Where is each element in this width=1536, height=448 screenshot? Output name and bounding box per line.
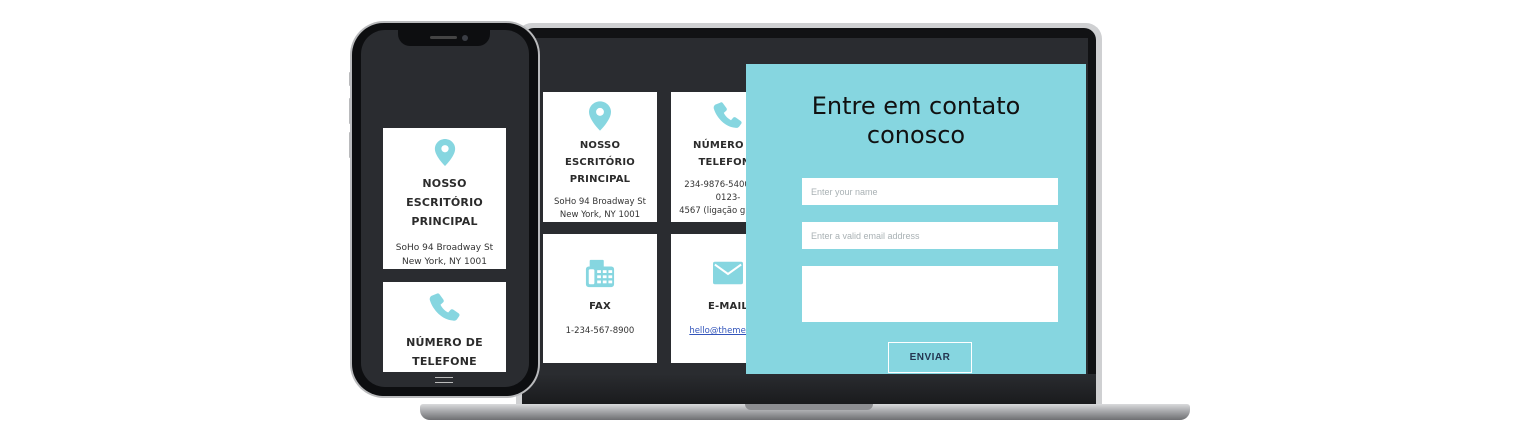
office-card-title: NOSSO ESCRITÓRIO PRINCIPAL bbox=[564, 140, 636, 185]
fax-card-title: FAX bbox=[589, 301, 611, 312]
laptop-opening-notch bbox=[745, 404, 873, 410]
submit-button[interactable]: ENVIAR bbox=[888, 342, 972, 373]
name-input[interactable] bbox=[802, 178, 1058, 205]
map-pin-icon bbox=[434, 139, 455, 166]
email-input[interactable] bbox=[802, 222, 1058, 249]
phone-number-card-mobile: NÚMERO DE TELEFONE bbox=[383, 282, 506, 372]
fax-card-number: 1-234-567-8900 bbox=[565, 326, 635, 336]
phone-office-card: NOSSO ESCRITÓRIO PRINCIPAL SoHo 94 Broad… bbox=[383, 128, 506, 269]
home-indicator[interactable] bbox=[435, 377, 453, 383]
phone-icon bbox=[713, 102, 742, 128]
phone-office-card-title: NOSSO ESCRITÓRIO PRINCIPAL bbox=[406, 177, 483, 228]
map-pin-icon bbox=[589, 101, 611, 131]
phone-icon bbox=[429, 293, 460, 321]
form-title: Entre em contato conosco bbox=[811, 92, 1021, 149]
envelope-icon bbox=[713, 261, 743, 285]
laptop-keyboard-reflection bbox=[522, 374, 1096, 404]
fax-icon bbox=[585, 259, 615, 288]
phone-speaker bbox=[430, 36, 457, 39]
message-textarea[interactable] bbox=[802, 266, 1058, 322]
fax-card: FAX 1-234-567-8900 bbox=[543, 234, 657, 363]
email-card-title: E-MAIL bbox=[708, 301, 748, 312]
phone-office-card-address: SoHo 94 Broadway St New York, NY 1001 bbox=[395, 243, 494, 267]
office-card-address: SoHo 94 Broadway St New York, NY 1001 bbox=[554, 197, 646, 220]
office-card: NOSSO ESCRITÓRIO PRINCIPAL SoHo 94 Broad… bbox=[543, 92, 657, 222]
phone-number-card-mobile-title: NÚMERO DE TELEFONE bbox=[406, 336, 483, 368]
phone-camera bbox=[462, 35, 468, 41]
